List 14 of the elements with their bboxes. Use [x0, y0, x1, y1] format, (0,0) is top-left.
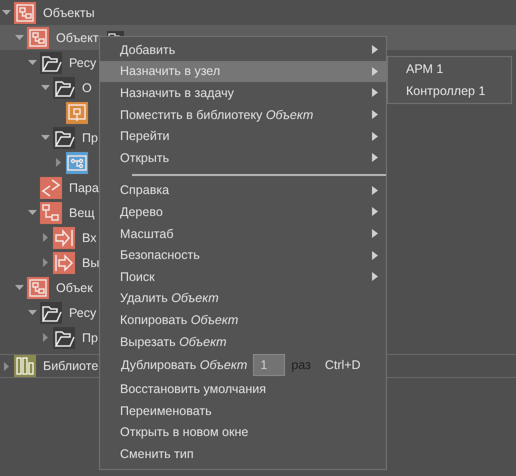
- tree-item-label: Библиоте: [43, 359, 98, 373]
- tree-item-label: Вх: [82, 230, 96, 244]
- tree-item-label: Объект: [56, 30, 99, 44]
- tree-item-label: Объекты: [43, 6, 95, 20]
- tree-item-label: Вещ: [69, 206, 95, 220]
- tree-item-label: Пара: [69, 180, 99, 194]
- tree-item-label: Пр: [82, 330, 98, 344]
- tree-item-label: О: [82, 80, 92, 94]
- tree-item-label: Вы: [82, 256, 100, 270]
- tree-item-label: Ресу: [69, 306, 96, 320]
- tree-item-label: Ресу: [69, 56, 96, 70]
- tree-item-label: Объек: [56, 280, 93, 294]
- shortcut-label: Ctrl+D: [324, 358, 361, 372]
- tree-item-label: Пр: [82, 130, 98, 144]
